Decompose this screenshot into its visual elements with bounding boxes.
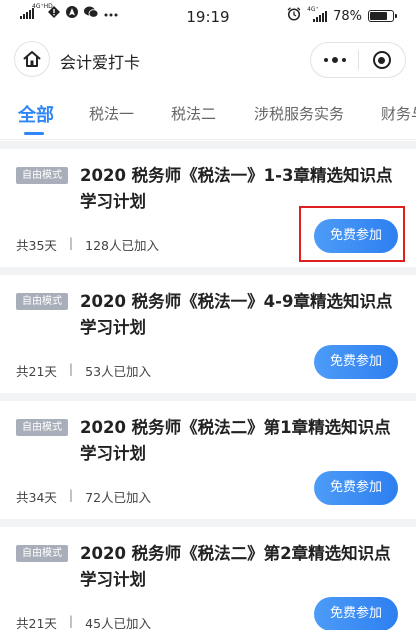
plan-joined-count: 45人已加入	[85, 616, 152, 630]
battery-icon	[368, 10, 397, 22]
plan-joined-count: 53人已加入	[85, 364, 152, 379]
plan-title: 2020 税务师《税法二》第1章精选知识点学习计划	[80, 418, 391, 463]
meta-separator: |	[68, 361, 74, 376]
meta-separator: |	[68, 487, 74, 502]
join-free-button[interactable]: 免费参加	[314, 345, 398, 379]
plan-title: 2020 税务师《税法一》4-9章精选知识点学习计划	[80, 292, 393, 337]
page-title: 会计爱打卡	[60, 53, 141, 72]
plan-meta: 共21天 | 53人已加入	[16, 361, 151, 380]
plan-card[interactable]: 自由模式 2020 税务师《税法一》1-3章精选知识点学习计划 共35天 | 1…	[0, 149, 416, 267]
category-tabs: 全部 税法一 税法二 涉税服务实务 财务与	[0, 88, 416, 140]
meta-separator: |	[68, 613, 74, 628]
divider	[0, 519, 416, 527]
plan-card[interactable]: 自由模式 2020 税务师《税法二》第2章精选知识点学习计划 共21天 | 45…	[0, 527, 416, 630]
tab-tax-service-practice[interactable]: 涉税服务实务	[254, 103, 344, 124]
plan-days: 共21天	[16, 616, 57, 630]
divider	[0, 267, 416, 275]
meta-separator: |	[68, 235, 74, 250]
highlight-box	[299, 206, 405, 262]
plan-list: 自由模式 2020 税务师《税法一》1-3章精选知识点学习计划 共35天 | 1…	[0, 141, 416, 630]
plan-card[interactable]: 自由模式 2020 税务师《税法二》第1章精选知识点学习计划 共34天 | 72…	[0, 401, 416, 519]
mode-badge: 自由模式	[16, 167, 68, 184]
divider	[0, 141, 416, 149]
tab-tax-law-2[interactable]: 税法二	[171, 103, 216, 124]
home-icon	[23, 51, 41, 67]
plan-joined-count: 128人已加入	[85, 238, 159, 253]
status-right: 4G⁺ 78%	[287, 6, 397, 25]
mode-badge: 自由模式	[16, 293, 68, 310]
status-bar: 4G⁺HD 19:19 4G⁺ 78%	[0, 0, 416, 32]
divider	[0, 393, 416, 401]
plan-days: 共34天	[16, 490, 57, 505]
join-free-button[interactable]: 免费参加	[314, 471, 398, 505]
home-button[interactable]	[14, 41, 50, 77]
tab-all[interactable]: 全部	[18, 101, 54, 127]
battery-percent: 78%	[333, 8, 362, 24]
plan-meta: 共35天 | 128人已加入	[16, 235, 159, 254]
active-tab-indicator	[24, 132, 44, 135]
mode-badge: 自由模式	[16, 545, 68, 562]
nav-bar: 会计爱打卡	[0, 32, 416, 88]
tab-tax-law-1[interactable]: 税法一	[89, 103, 134, 124]
mode-badge: 自由模式	[16, 419, 68, 436]
join-free-button[interactable]: 免费参加	[314, 597, 398, 630]
tab-finance[interactable]: 财务与	[381, 103, 416, 124]
alarm-icon	[287, 7, 301, 25]
plan-card[interactable]: 自由模式 2020 税务师《税法一》4-9章精选知识点学习计划 共21天 | 5…	[0, 275, 416, 393]
plan-days: 共21天	[16, 364, 57, 379]
more-menu-button[interactable]	[311, 43, 358, 77]
plan-joined-count: 72人已加入	[85, 490, 152, 505]
mini-program-capsule	[310, 42, 406, 78]
close-mini-program-button[interactable]	[359, 43, 405, 77]
target-icon	[372, 51, 391, 69]
plan-meta: 共21天 | 45人已加入	[16, 613, 151, 630]
plan-days: 共35天	[16, 238, 57, 253]
plan-title: 2020 税务师《税法二》第2章精选知识点学习计划	[80, 544, 391, 589]
plan-meta: 共34天 | 72人已加入	[16, 487, 151, 506]
signal-icon-right: 4G⁺	[307, 6, 328, 22]
